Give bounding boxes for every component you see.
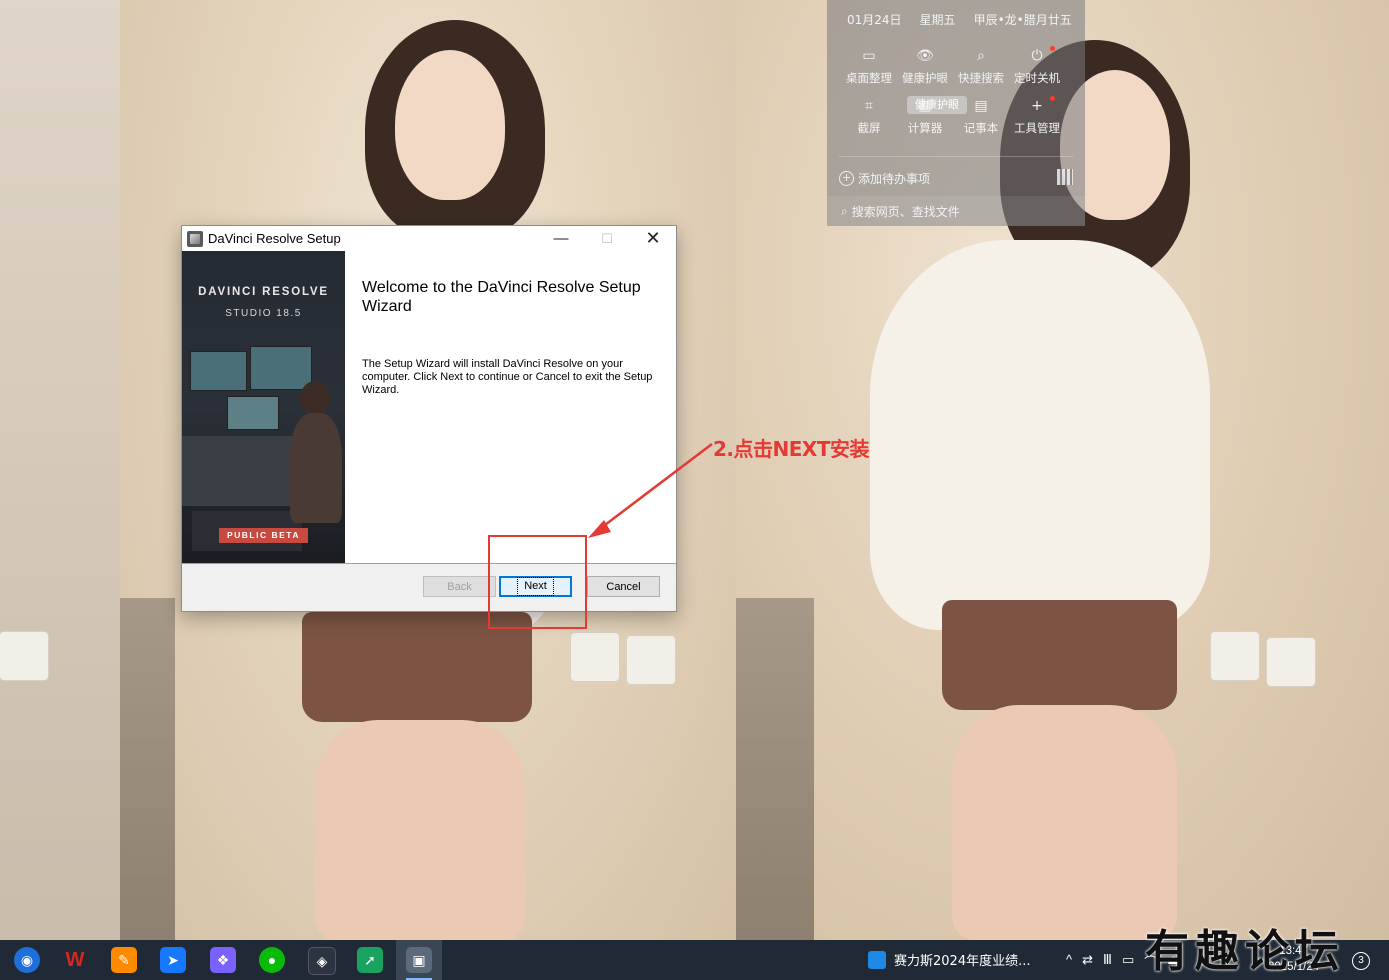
widget-date: 01月24日	[847, 13, 902, 27]
widget-weekday: 星期五	[919, 13, 956, 27]
stats-icon[interactable]: Ⅲ	[1103, 952, 1112, 971]
figure-legs	[315, 720, 525, 940]
monitor	[227, 396, 279, 430]
search-icon: ⌕	[841, 203, 848, 218]
tool-label: 记事本	[963, 121, 999, 135]
add-todo-label: 添加待办事项	[858, 172, 931, 186]
wall-outlet	[627, 636, 675, 684]
cabinet-left	[120, 598, 175, 940]
figure-sweater	[870, 240, 1210, 630]
dialog-titlebar[interactable]: DaVinci Resolve Setup — ☐ ✕	[182, 226, 676, 251]
wall-outlet	[1267, 638, 1315, 686]
widget-date-row: 01月24日 星期五 甲辰•龙•腊月廿五	[847, 11, 1072, 28]
annotation-label: 2.点击NEXT安装	[713, 437, 869, 461]
sync-icon[interactable]: ⇄	[1082, 952, 1093, 971]
editing-console-illustration	[182, 341, 345, 551]
wall-outlet	[0, 632, 48, 680]
wizard-banner-image: DAVINCI RESOLVE STUDIO 18.5 PUBLIC BETA	[182, 251, 345, 563]
tool-manager[interactable]: + 工具管理	[1009, 96, 1065, 136]
dialog-footer: Back Next Cancel	[182, 564, 676, 611]
tooltip: 健康护眼	[907, 96, 967, 114]
maximize-button[interactable]: ☐	[584, 226, 630, 251]
wechat-icon[interactable]: ●	[259, 947, 285, 973]
welcome-description: The Setup Wizard will install DaVinci Re…	[362, 358, 653, 396]
tool-label: 健康护眼	[902, 71, 948, 85]
brand-title: DAVINCI RESOLVE	[198, 286, 329, 298]
desktop-icon: ▭	[862, 48, 876, 64]
news-task-button[interactable]: 赛力斯2024年度业绩...	[868, 950, 1030, 969]
notepad-icon: ▤	[974, 98, 988, 114]
dialog-title: DaVinci Resolve Setup	[208, 231, 341, 246]
davinci-icon[interactable]: ◈	[308, 947, 336, 975]
browser-icon[interactable]: ◉	[14, 947, 40, 973]
search-icon: ⌕	[977, 48, 985, 64]
figure-face	[395, 50, 505, 200]
setup-icon[interactable]: ▣	[406, 947, 432, 973]
tool-scheduled-shutdown[interactable]: ⏻ 定时关机	[1009, 46, 1065, 86]
news-task-label: 赛力斯2024年度业绩...	[894, 954, 1031, 969]
crop-icon: ⌗	[865, 98, 873, 114]
tool-desktop-organize[interactable]: ▭ 桌面整理	[841, 48, 897, 86]
control-panel	[182, 436, 302, 506]
power-icon: ⏻	[1031, 48, 1043, 64]
notification-dot	[1050, 96, 1055, 101]
notification-count-badge[interactable]: 3	[1352, 952, 1370, 970]
public-beta-badge: PUBLIC BETA	[219, 528, 308, 543]
highlight-box	[488, 535, 587, 629]
wall-edge	[0, 0, 120, 940]
person-head	[300, 381, 330, 415]
figure-legs	[952, 705, 1177, 940]
add-todo-button[interactable]: + 添加待办事项	[839, 170, 930, 187]
tool-eye-care[interactable]: 👁 健康护眼	[897, 48, 953, 86]
search-placeholder: 搜索网页、查找文件	[851, 204, 960, 219]
wall-outlet	[1211, 632, 1259, 680]
app-icon-8[interactable]: ➚	[357, 947, 383, 973]
widget-tools-grid: ▭ 桌面整理 👁 健康护眼 ⌕ 快捷搜索 ⏻ 定时关机 ⌗ 截屏 ▦ 计算器 ▤…	[841, 46, 1077, 136]
tool-label: 工具管理	[1014, 121, 1060, 135]
tool-screenshot[interactable]: ⌗ 截屏	[841, 98, 897, 136]
battery-icon[interactable]: ▭	[1122, 952, 1134, 971]
plus-icon: +	[1031, 98, 1043, 114]
minimize-button[interactable]: —	[538, 226, 584, 251]
eye-icon: 👁	[916, 48, 934, 64]
qr-code-icon[interactable]	[1057, 169, 1073, 185]
tool-label: 截屏	[857, 121, 881, 135]
tool-label: 定时关机	[1014, 71, 1060, 85]
back-button[interactable]: Back	[423, 576, 496, 597]
widget-search-input[interactable]: ⌕ 搜索网页、查找文件	[827, 196, 1085, 226]
divider	[839, 156, 1073, 157]
show-hidden-icons-icon[interactable]: ^	[1066, 952, 1072, 971]
installer-icon	[187, 230, 203, 247]
notification-dot	[1050, 46, 1055, 51]
tool-label: 快捷搜索	[958, 71, 1004, 85]
person-body	[290, 413, 342, 523]
feishu-icon[interactable]: ➤	[160, 947, 186, 973]
cancel-button[interactable]: Cancel	[587, 576, 660, 597]
monitor	[250, 346, 312, 390]
tool-quick-search[interactable]: ⌕ 快捷搜索	[953, 48, 1009, 86]
quick-tools-widget: 01月24日 星期五 甲辰•龙•腊月廿五 ▭ 桌面整理 👁 健康护眼 ⌕ 快捷搜…	[827, 0, 1085, 226]
close-button[interactable]: ✕	[630, 226, 676, 251]
figure-skirt	[942, 600, 1177, 710]
welcome-heading: Welcome to the DaVinci Resolve Setup Wiz…	[362, 279, 641, 315]
app-store-icon[interactable]: ❖	[210, 947, 236, 973]
setup-wizard-dialog: DaVinci Resolve Setup — ☐ ✕ DAVINCI RESO…	[181, 225, 677, 612]
wps-icon[interactable]: W	[62, 947, 88, 973]
widget-lunar-date: 甲辰•龙•腊月廿五	[973, 13, 1072, 27]
app-icon-3[interactable]: ✎	[111, 947, 137, 973]
news-icon	[868, 950, 886, 969]
tool-label: 桌面整理	[846, 71, 892, 85]
brand-version: STUDIO 18.5	[225, 308, 302, 319]
site-watermark: 有趣论坛	[1145, 926, 1345, 977]
add-circle-icon: +	[839, 171, 854, 186]
monitor	[190, 351, 247, 391]
wall-outlet	[571, 633, 619, 681]
cabinet-right	[736, 598, 814, 940]
tool-label: 计算器	[907, 121, 943, 135]
